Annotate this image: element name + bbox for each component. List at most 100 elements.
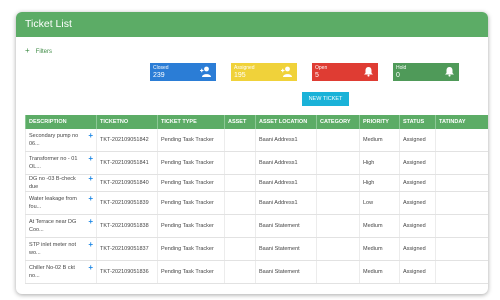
table-row[interactable]: DG no -03 B-check due + TKT-202109051840 Pe… (25, 174, 488, 192)
column-header-ticketno[interactable]: TICKETNO (96, 115, 158, 129)
tatinday-cell (435, 237, 488, 261)
description-cell: Transformer no - 01 OL... + (25, 151, 97, 175)
add-icon[interactable]: + (88, 132, 93, 140)
ticketno-cell[interactable]: TKT-202109051836 (96, 260, 158, 284)
description-truncated: fou... (29, 204, 42, 210)
assigned-status-tile[interactable]: Assigned 195 (231, 63, 297, 81)
column-header-category[interactable]: CATEGORY (316, 115, 360, 129)
column-header-description[interactable]: DESCRIPTION (25, 115, 97, 129)
closed-status-tile[interactable]: Closed 239 (150, 63, 216, 81)
add-icon[interactable]: + (88, 218, 93, 226)
tatinday-cell (435, 129, 488, 152)
asset-location-cell: Baani Address1 (255, 151, 317, 175)
category-cell (316, 191, 360, 215)
column-header-status[interactable]: STATUS (399, 115, 436, 129)
ticket-type-cell: Pending Task Tracker (157, 237, 225, 261)
hold-status-tile[interactable]: Hold 0 (393, 63, 459, 81)
bell-icon (364, 67, 373, 77)
priority-cell: Medium (359, 129, 400, 152)
priority-cell: Medium (359, 214, 400, 238)
column-header-ticket-type[interactable]: TICKET TYPE (157, 115, 225, 129)
tatinday-cell (435, 174, 488, 192)
priority-cell: High (359, 174, 400, 192)
tile-count: 5 (315, 72, 319, 79)
description-truncated: OL... (29, 164, 41, 170)
asset-cell (224, 191, 256, 215)
ticketno-cell[interactable]: TKT-202109051842 (96, 129, 158, 152)
bell-icon (445, 67, 454, 77)
description-wrap: Secondary pump no 06... + (29, 132, 96, 148)
status-cell: Assigned (399, 129, 436, 152)
description-text: Secondary pump no 06... (29, 132, 86, 148)
asset-location-cell: Baani Statement (255, 214, 317, 238)
description-line: Chiller No-02 B ckt (29, 265, 75, 271)
table-row[interactable]: STP inlet meter not wo... + TKT-20210905183… (25, 237, 488, 261)
ticketno-cell[interactable]: TKT-202109051839 (96, 191, 158, 215)
priority-cell: Medium (359, 237, 400, 261)
ticket-table: DESCRIPTION TICKETNO TICKET TYPE ASSET A… (25, 115, 488, 284)
column-header-asset-location[interactable]: ASSET LOCATION (255, 115, 317, 129)
description-cell: Water leakage from fou... + (25, 191, 97, 215)
priority-cell: Low (359, 191, 400, 215)
open-status-tile[interactable]: Open 5 (312, 63, 378, 81)
category-cell (316, 129, 360, 152)
ticket-type-cell: Pending Task Tracker (157, 191, 225, 215)
ticketno-cell[interactable]: TKT-202109051841 (96, 151, 158, 175)
ticketno-cell[interactable]: TKT-202109051837 (96, 237, 158, 261)
ticketno-cell[interactable]: TKT-202109051838 (96, 214, 158, 238)
ticket-list-card: Ticket List + Filters Closed 239 Assigned… (16, 12, 488, 294)
description-wrap: STP inlet meter not wo... + (29, 241, 96, 257)
category-cell (316, 237, 360, 261)
description-text: STP inlet meter not wo... (29, 241, 86, 257)
category-cell (316, 214, 360, 238)
table-row[interactable]: Transformer no - 01 OL... + TKT-20210905184… (25, 151, 488, 175)
tile-label: Assigned (234, 65, 255, 71)
asset-location-cell: Baani Address1 (255, 191, 317, 215)
ticketno-cell[interactable]: TKT-202109051840 (96, 174, 158, 192)
page-title: Ticket List (16, 12, 488, 37)
asset-cell (224, 237, 256, 261)
status-cell: Assigned (399, 260, 436, 284)
description-line: Secondary pump no (29, 133, 79, 139)
status-cell: Assigned (399, 237, 436, 261)
tatinday-cell (435, 191, 488, 215)
add-icon[interactable]: + (88, 175, 93, 183)
asset-cell (224, 214, 256, 238)
description-line: At Terrace near DG (29, 219, 77, 225)
description-line: Transformer no - 01 (29, 156, 78, 162)
column-header-priority[interactable]: PRIORITY (359, 115, 400, 129)
table-row[interactable]: At Terrace near DG Coo... + TKT-20210905183… (25, 214, 488, 238)
add-icon[interactable]: + (88, 264, 93, 272)
description-text: Transformer no - 01 OL... (29, 155, 86, 171)
asset-cell (224, 151, 256, 175)
status-cell: Assigned (399, 174, 436, 192)
description-wrap: Water leakage from fou... + (29, 195, 96, 211)
category-cell (316, 151, 360, 175)
tile-label: Closed (153, 65, 169, 71)
column-header-tatinday[interactable]: TATINDAY (435, 115, 488, 129)
filters-toggle[interactable]: + Filters (25, 46, 52, 55)
table-row[interactable]: Secondary pump no 06... + TKT-202109051842 P… (25, 129, 488, 152)
category-cell (316, 260, 360, 284)
ticket-type-cell: Pending Task Tracker (157, 129, 225, 152)
description-cell: Chiller No-02 B ckt no... + (25, 260, 97, 284)
tatinday-cell (435, 214, 488, 238)
add-icon[interactable]: + (88, 155, 93, 163)
table-row[interactable]: Water leakage from fou... + TKT-20210905183… (25, 191, 488, 215)
asset-cell (224, 260, 256, 284)
priority-cell: Medium (359, 260, 400, 284)
description-text: Water leakage from fou... (29, 195, 86, 211)
add-icon[interactable]: + (88, 195, 93, 203)
description-line: Water leakage from (29, 196, 77, 202)
add-icon[interactable]: + (88, 241, 93, 249)
description-truncated: 06... (29, 141, 40, 147)
status-cell: Assigned (399, 191, 436, 215)
tatinday-cell (435, 260, 488, 284)
new-ticket-button[interactable]: NEW TICKET (302, 92, 349, 106)
category-cell (316, 174, 360, 192)
ticket-type-cell: Pending Task Tracker (157, 174, 225, 192)
description-cell: STP inlet meter not wo... + (25, 237, 97, 261)
column-header-asset[interactable]: ASSET (224, 115, 256, 129)
tatinday-cell (435, 151, 488, 175)
table-row[interactable]: Chiller No-02 B ckt no... + TKT-20210905183… (25, 260, 488, 284)
